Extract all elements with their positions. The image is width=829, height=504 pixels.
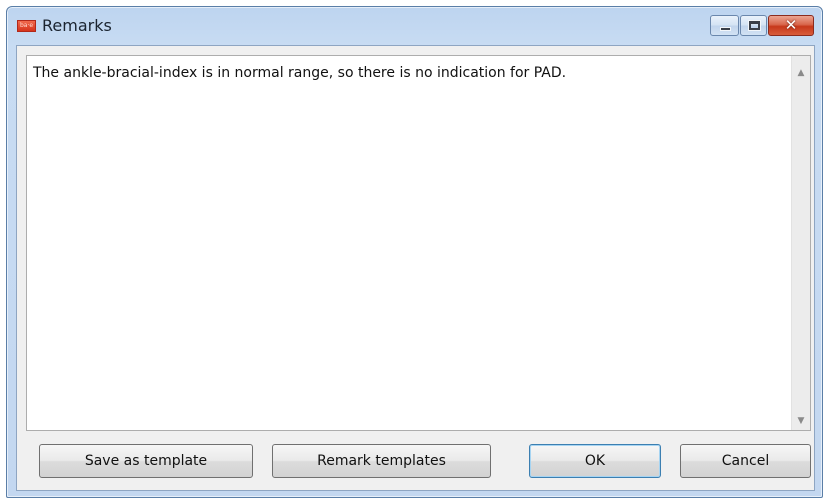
caption-buttons: ✕ (710, 15, 814, 37)
remark-templates-button[interactable]: Remark templates (272, 444, 491, 478)
app-icon: ba·e (17, 20, 36, 32)
remarks-dialog-window: ba·e Remarks ✕ The ankle-bracial-index i… (6, 6, 823, 498)
cancel-button[interactable]: Cancel (680, 444, 811, 478)
remarks-textarea[interactable]: The ankle-bracial-index is in normal ran… (26, 55, 811, 431)
scroll-down-arrow-icon[interactable]: ▼ (792, 412, 810, 430)
minimize-button[interactable] (710, 15, 739, 36)
save-as-template-button[interactable]: Save as template (39, 444, 253, 478)
vertical-scrollbar[interactable]: ▲ ▼ (791, 56, 810, 430)
scroll-up-arrow-icon[interactable]: ▲ (792, 64, 810, 82)
remarks-text[interactable]: The ankle-bracial-index is in normal ran… (33, 65, 566, 81)
window-title: Remarks (42, 16, 112, 35)
maximize-icon (749, 21, 760, 30)
title-bar[interactable]: ba·e Remarks ✕ (7, 7, 822, 45)
ok-button[interactable]: OK (529, 444, 661, 478)
dialog-body: The ankle-bracial-index is in normal ran… (16, 45, 815, 491)
close-icon: ✕ (784, 16, 798, 34)
maximize-button[interactable] (740, 15, 767, 36)
close-button[interactable]: ✕ (768, 15, 814, 36)
minimize-icon (720, 27, 731, 31)
